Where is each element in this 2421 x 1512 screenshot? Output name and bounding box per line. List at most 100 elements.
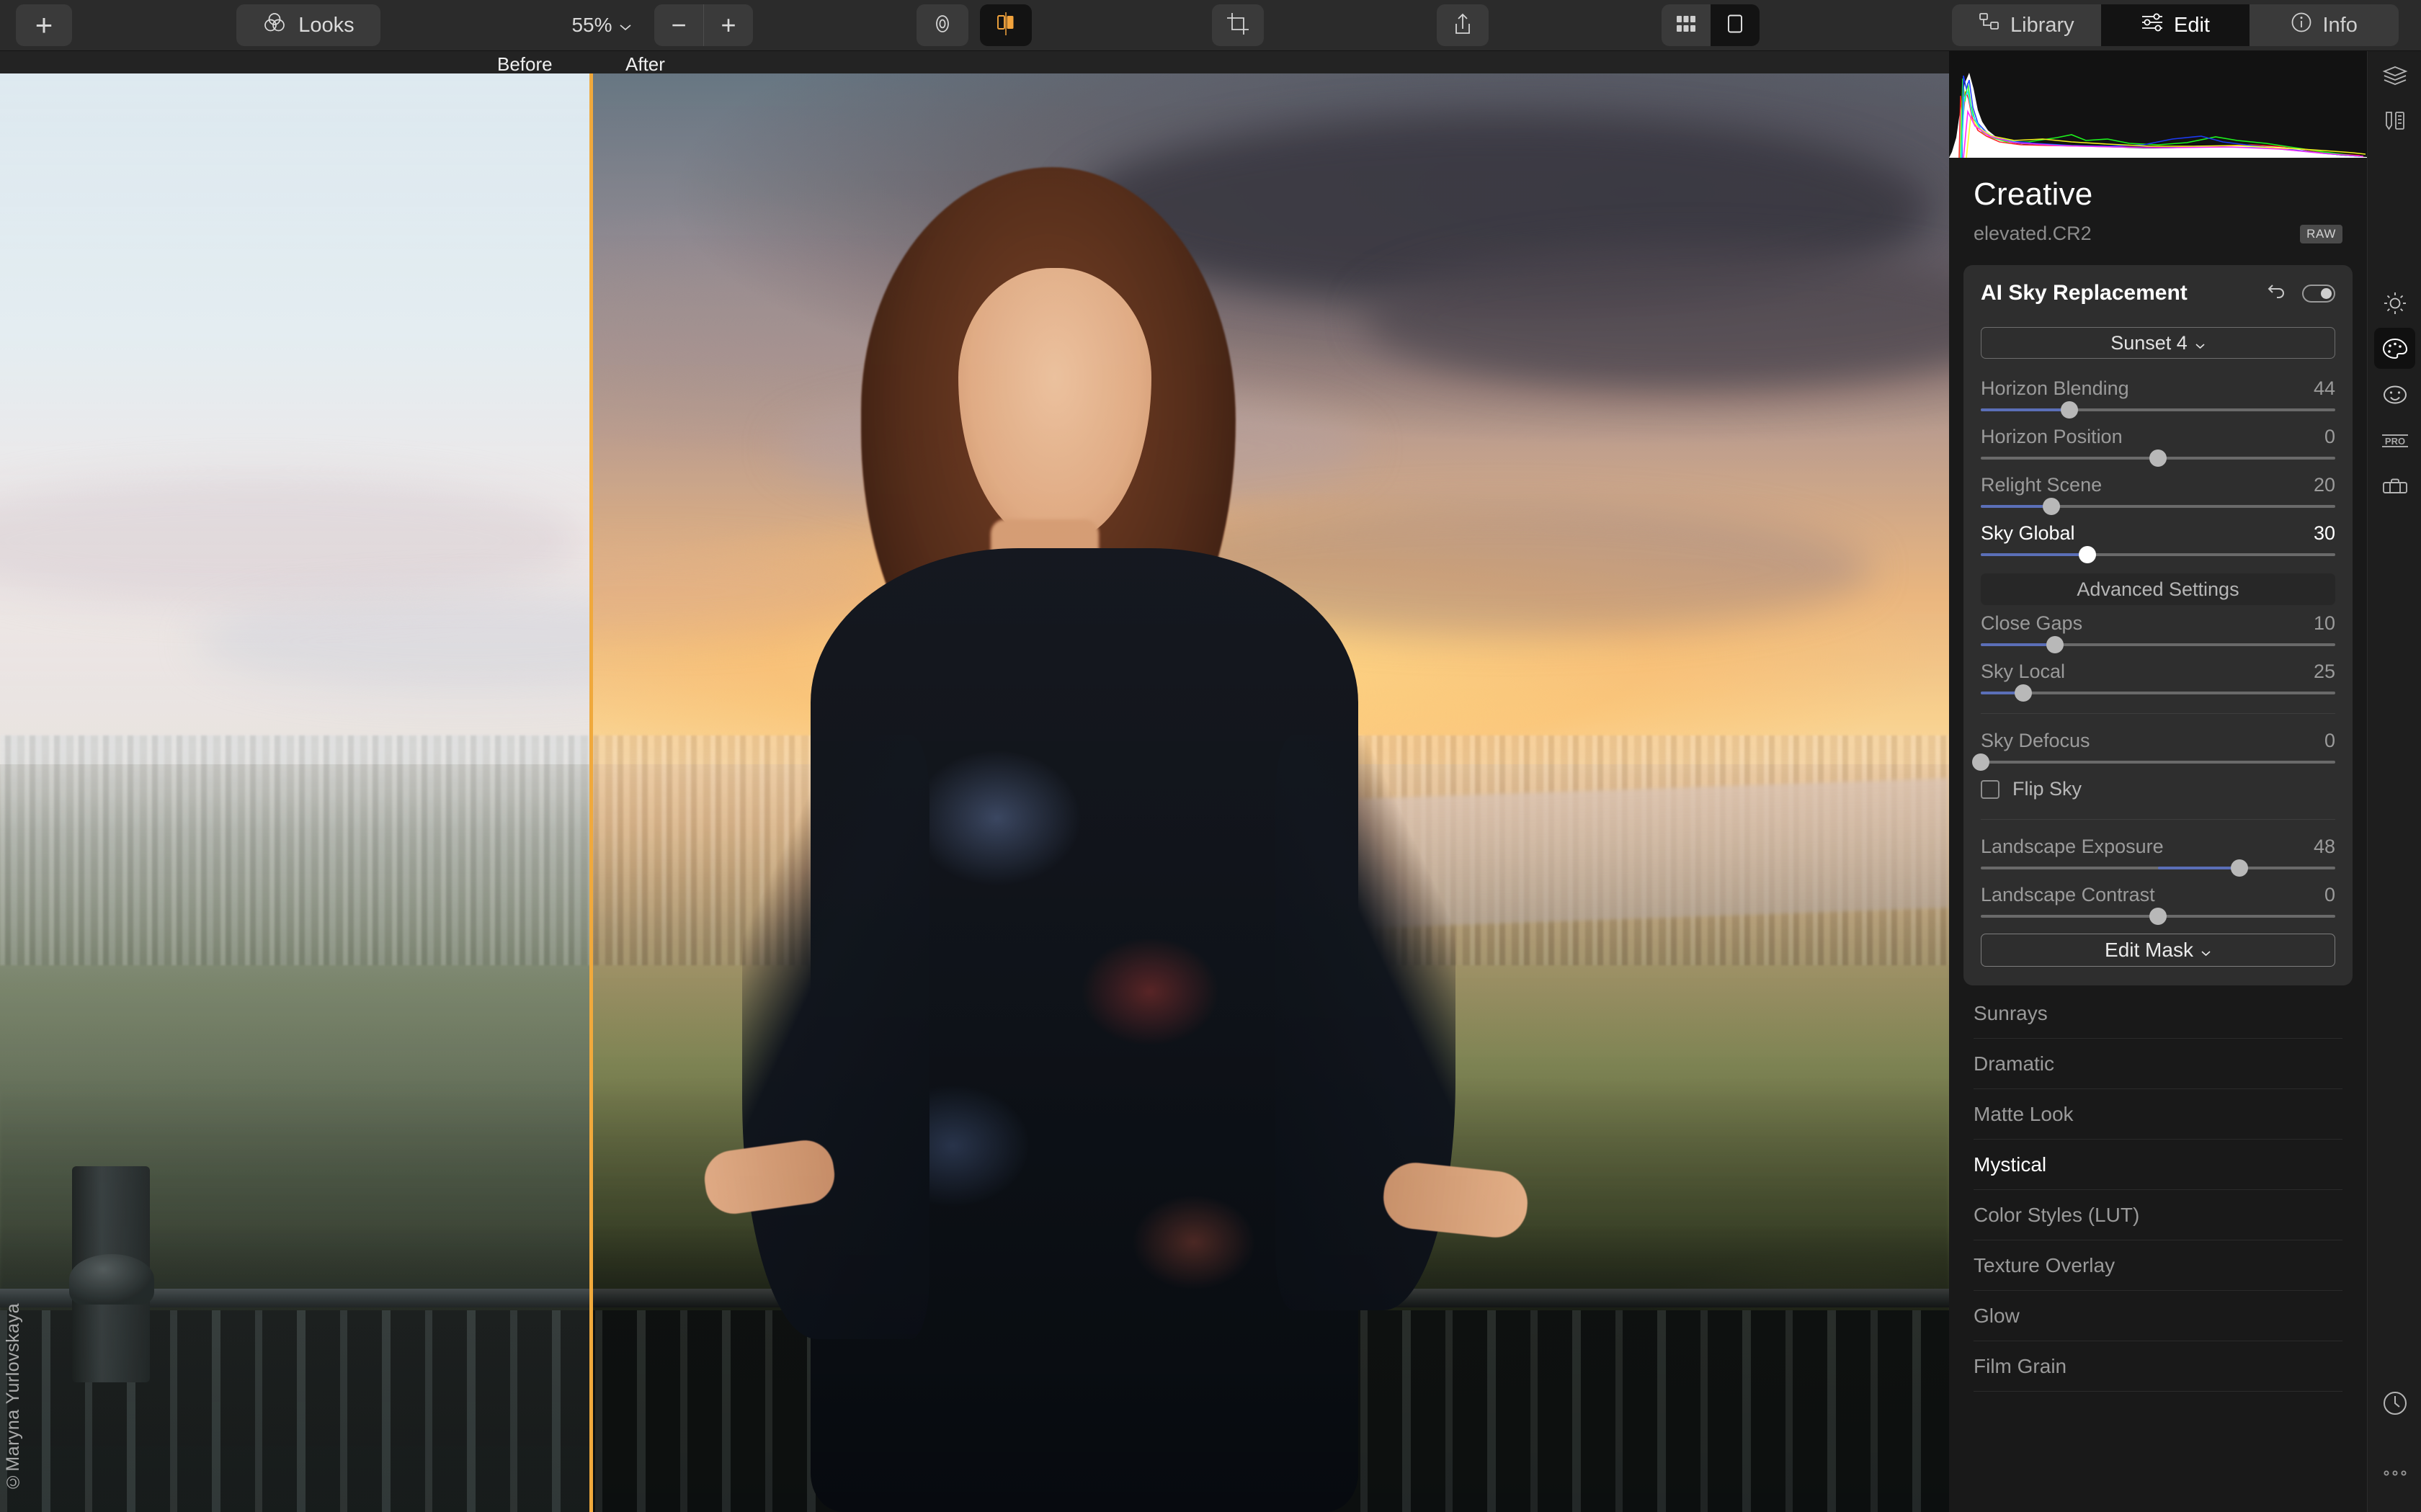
view-mode-group [1662,4,1760,46]
before-after-compare-icon [994,11,1018,40]
photo-watermark: ©Maryna Yurlovskaya [3,1302,23,1492]
slider-value: 25 [2313,661,2335,682]
slider-label: Sky Defocus [1981,730,2090,751]
slider-value: 0 [2324,426,2335,447]
chevron-down-icon [619,14,632,37]
slider-label: Landscape Contrast [1981,884,2155,905]
slider-sky-local[interactable]: Sky Local 25 [1981,661,2335,702]
tab-info-label: Info [2322,13,2358,37]
app-root: + Looks 55% − + Library Edit Info Before… [0,0,2421,1512]
list-item[interactable]: Matte Look [1974,1089,2342,1140]
tab-edit[interactable]: Edit [2100,4,2250,46]
slider-value: 0 [2324,730,2335,751]
grid-view-button[interactable] [1662,4,1711,46]
flip-sky-checkbox[interactable]: Flip Sky [1981,778,2335,800]
slider-label: Horizon Position [1981,426,2123,447]
sky-preset-value: Sunset 4 [2110,331,2188,354]
layers-icon[interactable] [2374,55,2415,96]
slider-label: Sky Local [1981,661,2066,682]
list-item[interactable]: Film Grain [1974,1341,2342,1392]
library-icon [1979,12,2000,38]
slider-label: Sky Global [1981,522,2075,544]
looks-button[interactable]: Looks [236,4,380,46]
toolkit-icon[interactable] [2374,466,2415,507]
slider-horizon-blending[interactable]: Horizon Blending 44 [1981,377,2335,419]
zoom-out-button[interactable]: − [654,4,704,46]
before-after-compare-button[interactable] [980,4,1032,46]
creative-tool-list: Sunrays Dramatic Matte Look Mystical Col… [1949,988,2367,1392]
top-toolbar: + Looks 55% − + Library Edit Info [0,0,2421,51]
ai-sky-replacement-card: AI Sky Replacement Sunset 4 Horizon Blen… [1963,265,2353,985]
before-after-split-handle[interactable] [589,73,593,1512]
essentials-sun-icon[interactable] [2374,282,2415,323]
tab-library[interactable]: Library [1952,4,2101,46]
looks-label: Looks [298,13,355,37]
divider [1981,713,2335,714]
slider-sky-global[interactable]: Sky Global 30 [1981,522,2335,563]
slider-landscape-contrast[interactable]: Landscape Contrast 0 [1981,884,2335,925]
file-row: elevated.CR2 RAW [1949,213,2367,245]
edit-mask-button[interactable]: Edit Mask [1981,934,2335,967]
portrait-face-icon[interactable] [2374,374,2415,415]
list-item[interactable]: Dramatic [1974,1039,2342,1089]
reset-arrow-icon[interactable] [2265,282,2286,305]
slider-sky-defocus[interactable]: Sky Defocus 0 [1972,730,2335,771]
raw-format-badge: RAW [2300,224,2342,243]
zoom-level-value: 55% [571,14,612,36]
sky-preset-dropdown[interactable]: Sunset 4 [1981,327,2335,359]
tools-icon[interactable] [2374,99,2415,140]
divider [1981,819,2335,820]
svg-text:PRO: PRO [2384,436,2404,447]
tab-library-label: Library [2010,13,2074,37]
slider-value: 44 [2313,377,2335,399]
history-clock-icon[interactable] [2374,1382,2415,1423]
slider-horizon-position[interactable]: Horizon Position 0 [1981,426,2335,467]
tab-info[interactable]: Info [2250,4,2399,46]
pro-icon[interactable]: PRO [2374,420,2415,461]
looks-icon [262,10,287,40]
add-button[interactable]: + [16,4,72,46]
tool-title: AI Sky Replacement [1981,281,2188,305]
slider-relight-scene[interactable]: Relight Scene 20 [1981,474,2335,515]
right-edit-panel: Creative elevated.CR2 RAW AI Sky Replace… [1949,51,2367,1512]
tool-header: AI Sky Replacement [1981,281,2335,305]
slider-close-gaps[interactable]: Close Gaps 10 [1981,612,2335,653]
zoom-in-button[interactable]: + [704,4,753,46]
tool-enable-toggle[interactable] [2302,284,2335,303]
slider-label: Close Gaps [1981,612,2083,634]
zoom-level-dropdown[interactable]: 55% [555,4,648,46]
list-item[interactable]: Texture Overlay [1974,1240,2342,1291]
image-canvas[interactable]: Before After ©Maryna Yurlovskaya [0,51,1949,1512]
advanced-settings-button[interactable]: Advanced Settings [1981,573,2335,605]
eye-icon [930,12,955,40]
zoom-stepper: − + [654,4,753,46]
slider-label: Landscape Exposure [1981,836,2164,857]
before-label: Before [497,53,553,75]
tab-edit-label: Edit [2174,13,2210,37]
checkbox-box [1981,779,1999,799]
list-item[interactable]: Color Styles (LUT) [1974,1190,2342,1240]
preview-toggle-button[interactable] [917,4,968,46]
more-dots-icon[interactable] [2374,1452,2415,1493]
slider-label: Relight Scene [1981,474,2103,496]
histogram[interactable] [1949,51,2367,158]
slider-landscape-exposure[interactable]: Landscape Exposure 48 [1981,836,2335,877]
edit-mask-label: Edit Mask [2105,939,2193,961]
creative-palette-icon[interactable] [2374,328,2415,369]
right-icon-rail: PRO [2367,51,2421,1512]
page-title: Creative [1974,176,2093,212]
before-image-half [0,73,589,1512]
list-item[interactable]: Glow [1974,1291,2342,1341]
list-item[interactable]: Sunrays [1974,988,2342,1039]
share-button[interactable] [1437,4,1489,46]
list-item[interactable]: Mystical [1974,1140,2342,1190]
slider-label: Horizon Blending [1981,377,2129,399]
slider-value: 30 [2313,522,2335,544]
crop-button[interactable] [1212,4,1264,46]
after-image-half [592,73,1949,1512]
after-label: After [625,53,665,75]
single-view-button[interactable] [1711,4,1760,46]
mode-nav-group: Library Edit Info [1952,4,2399,46]
flip-sky-label: Flip Sky [2012,778,2082,800]
share-icon [1451,12,1474,40]
